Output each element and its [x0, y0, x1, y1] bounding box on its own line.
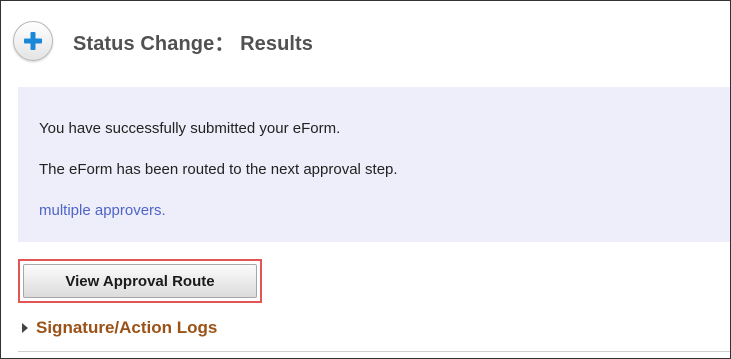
plus-icon[interactable] [13, 21, 53, 61]
panel-header: Status Change： Results [13, 19, 313, 63]
signature-action-logs-label: Signature/Action Logs [36, 318, 218, 337]
routing-message-line: The eForm has been routed to the next ap… [39, 161, 398, 178]
view-approval-route-button[interactable]: View Approval Route [23, 264, 257, 298]
plus-icon-glyph [24, 32, 42, 50]
view-approval-route-highlight: View Approval Route [18, 259, 262, 303]
results-panel: Status Change： Results You have successf… [0, 0, 731, 359]
success-message-line: You have successfully submitted your eFo… [39, 120, 341, 137]
signature-action-logs-toggle[interactable]: Signature/Action Logs [18, 319, 730, 352]
multiple-approvers-link[interactable]: multiple approvers. [39, 202, 166, 219]
success-message-box: You have successfully submitted your eFo… [18, 87, 730, 242]
page-title: Status Change： Results [73, 32, 314, 55]
caret-right-icon [22, 323, 28, 333]
